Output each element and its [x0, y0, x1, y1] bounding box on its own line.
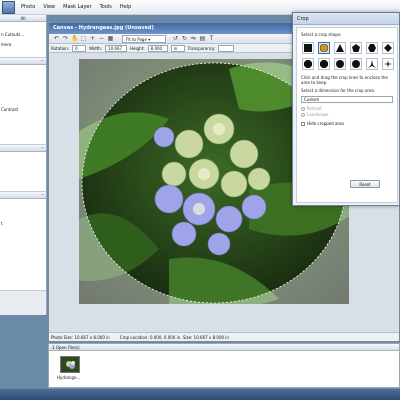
- tasks-section-2: Contrast: [0, 65, 46, 145]
- menu-help[interactable]: Help: [116, 4, 135, 10]
- task-item-t[interactable]: t: [1, 221, 45, 227]
- tasks-panel-title: All: [20, 16, 26, 21]
- undo-icon[interactable]: ↶: [53, 35, 60, 42]
- zoom-out-icon[interactable]: −: [98, 35, 105, 42]
- menu-view[interactable]: View: [39, 4, 59, 10]
- tasks-section-3: [0, 152, 46, 192]
- app-icon: [2, 0, 15, 14]
- transparency-field[interactable]: [218, 44, 235, 52]
- radio-dot: [301, 113, 305, 117]
- crop-location-status: Crop Location: 0.000, 0.000 in. Size: 10…: [119, 334, 229, 340]
- octagon2-shape-button[interactable]: [318, 58, 330, 70]
- tasks-panel: All n Cutouts... mera ⌃ Contrast ⌃ ⌃ t: [0, 15, 47, 315]
- checkbox-box: [301, 122, 305, 126]
- tasks-panel-header[interactable]: All: [0, 15, 46, 22]
- width-field[interactable]: 10.667: [105, 44, 128, 52]
- dimension-select-value: Custom: [304, 97, 320, 102]
- rotation-field[interactable]: 0: [72, 44, 87, 52]
- select-icon[interactable]: ⬚: [80, 35, 87, 42]
- hide-cropped-checkbox[interactable]: Hide cropped area: [301, 121, 393, 127]
- pentagon-shape-button[interactable]: [350, 42, 362, 54]
- crop-dialog-title: Crop: [293, 13, 399, 25]
- reset-button[interactable]: Reset: [350, 180, 380, 188]
- text-icon[interactable]: T: [208, 35, 215, 42]
- grid-icon[interactable]: ▦: [107, 35, 114, 42]
- hide-cropped-label: Hide cropped area: [307, 121, 344, 126]
- redo-icon[interactable]: ↷: [62, 35, 69, 42]
- diamond-shape-button[interactable]: [382, 42, 394, 54]
- tasks-section-4: t: [0, 199, 46, 291]
- zoom-in-icon[interactable]: +: [89, 35, 96, 42]
- crop-shape-grid: [302, 42, 394, 70]
- hexagon-shape-button[interactable]: [366, 42, 378, 54]
- canvas-status-bar: Photo Size: 10.667 x 8.000 in Crop Locat…: [49, 332, 399, 341]
- crop-dialog-body: Select a crop shape. Click and drag the …: [296, 27, 398, 203]
- circle2-shape-button[interactable]: [350, 58, 362, 70]
- unit-select[interactable]: in: [170, 44, 185, 52]
- width-label: Width:: [89, 45, 103, 51]
- flip-icon[interactable]: ⇋: [190, 35, 197, 42]
- zoom-select[interactable]: Fit to Page ▾: [122, 34, 166, 43]
- rotate-left-icon[interactable]: ↺: [172, 35, 179, 42]
- collapse-icon[interactable]: ⌃: [41, 145, 44, 152]
- collapse-icon[interactable]: ⌃: [41, 58, 44, 65]
- transparency-label: Transparency:: [187, 45, 216, 51]
- file-thumbnail[interactable]: [60, 356, 80, 373]
- square-shape-button[interactable]: [302, 42, 314, 54]
- triangle-shape-button[interactable]: [334, 42, 346, 54]
- ellipse-shape-button[interactable]: [318, 42, 330, 54]
- star-shape-button[interactable]: [382, 58, 394, 70]
- octagon-shape-button[interactable]: [302, 58, 314, 70]
- collapse-icon[interactable]: ⌃: [41, 192, 44, 199]
- section-header-2[interactable]: ⌃: [0, 58, 46, 65]
- section-header-3[interactable]: ⌃: [0, 145, 46, 152]
- task-item-contrast[interactable]: Contrast: [1, 107, 45, 113]
- radio-dot: [301, 107, 305, 111]
- height-label: Height:: [130, 45, 145, 51]
- taskbar: [0, 389, 400, 400]
- task-item-camera[interactable]: mera: [1, 42, 45, 48]
- file-thumbnail-label: Hydrange...: [57, 375, 81, 380]
- task-item-cutouts[interactable]: n Cutouts...: [1, 32, 45, 38]
- landscape-radio[interactable]: Landscape: [301, 112, 393, 118]
- rotate-right-icon[interactable]: ↻: [181, 35, 188, 42]
- menu-tools[interactable]: Tools: [96, 4, 116, 10]
- dimension-label: Select a dimension for the crop area.: [301, 88, 376, 93]
- hand-icon[interactable]: ✋: [71, 35, 78, 42]
- menu-photo[interactable]: Photo: [17, 4, 39, 10]
- select-shape-label: Select a crop shape.: [301, 32, 342, 37]
- layers-icon[interactable]: ▤: [199, 35, 206, 42]
- dimension-select[interactable]: Custom: [301, 96, 393, 103]
- wedge-shape-button[interactable]: [366, 58, 378, 70]
- landscape-label: Landscape: [307, 112, 329, 117]
- section-header-4[interactable]: ⌃: [0, 192, 46, 199]
- open-files-header: 1 Open File(s): [49, 344, 399, 351]
- open-files-panel: 1 Open File(s) Hydrange...: [48, 343, 400, 388]
- rotation-label: Rotation:: [51, 45, 70, 51]
- zoom-select-value: Fit to Page: [126, 36, 147, 42]
- tasks-section-1: n Cutouts... mera: [0, 22, 46, 58]
- menu-mask-layer[interactable]: Mask Layer: [59, 4, 95, 10]
- height-field[interactable]: 8.000: [147, 44, 168, 52]
- crop-dialog: Crop Select a crop shape. Click and drag…: [292, 12, 400, 206]
- circle-shape-button[interactable]: [334, 58, 346, 70]
- photo-size-status: Photo Size: 10.667 x 8.000 in: [51, 334, 110, 340]
- crop-instructions: Click and drag the crop lines to enclose…: [301, 75, 388, 85]
